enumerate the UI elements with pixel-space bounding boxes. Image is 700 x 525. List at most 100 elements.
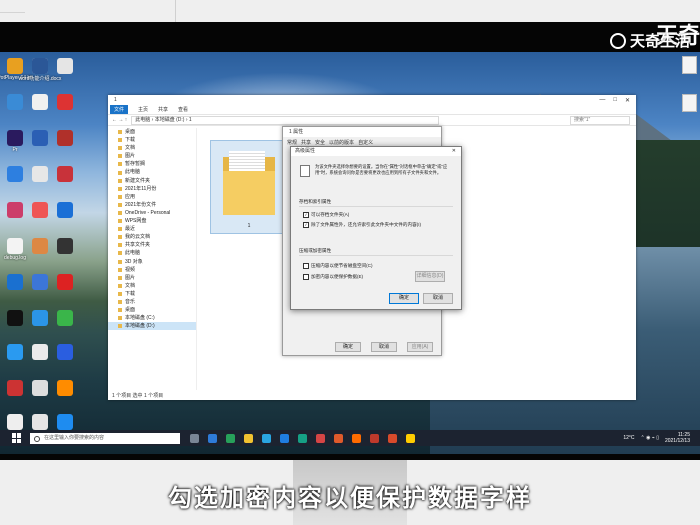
taskbar-app-icon[interactable] xyxy=(388,433,397,443)
nav-item[interactable]: WPS网盘 xyxy=(108,217,196,225)
nav-item[interactable]: 此电脑 xyxy=(108,168,196,176)
tab-share[interactable]: 共享 xyxy=(158,106,168,113)
tab-home[interactable]: 主页 xyxy=(138,106,148,113)
nav-item[interactable]: 2021年份文件 xyxy=(108,201,196,209)
checkbox-index[interactable]: ✓ 除了文件属性外，还允许索引此文件夹中文件的内容(I) xyxy=(303,222,421,228)
nav-item[interactable]: 图片 xyxy=(108,274,196,282)
details-button[interactable]: 详细信息(D) xyxy=(415,271,445,282)
close-button[interactable]: ✕ xyxy=(625,97,630,104)
close-icon[interactable]: ✕ xyxy=(452,147,461,156)
desktop-icon[interactable] xyxy=(52,58,78,75)
nav-item[interactable]: 桌面 xyxy=(108,306,196,314)
nav-item[interactable]: 3D 对象 xyxy=(108,258,196,266)
desktop-icon[interactable]: word功能介绍.docx xyxy=(19,58,61,82)
taskbar-app-icon[interactable] xyxy=(334,433,343,443)
tab-general[interactable]: 常规 xyxy=(287,139,297,146)
tab-security[interactable]: 安全 xyxy=(315,139,325,146)
nav-item[interactable]: 我的云文档 xyxy=(108,233,196,241)
taskbar-app-icon[interactable] xyxy=(370,433,379,443)
desktop-file-icon[interactable] xyxy=(678,94,700,112)
address-bar[interactable]: 此电脑 › 本地磁盘 (D:) › 1 xyxy=(131,115,440,125)
desktop-icon[interactable] xyxy=(27,202,53,219)
nav-item[interactable]: 2021年11月份 xyxy=(108,185,196,193)
search-box[interactable]: 搜索"1" xyxy=(570,115,630,125)
desktop-icon[interactable] xyxy=(27,130,53,147)
nav-item[interactable]: 视频 xyxy=(108,266,196,274)
nav-item[interactable]: 新建文件夹 xyxy=(108,177,196,185)
nav-item[interactable]: 音乐 xyxy=(108,298,196,306)
maximize-button[interactable]: □ xyxy=(613,97,617,104)
nav-item[interactable]: 桌面 xyxy=(108,128,196,136)
desktop-icon[interactable] xyxy=(2,274,28,291)
taskbar-app-icon[interactable] xyxy=(226,433,235,443)
desktop-icon[interactable] xyxy=(27,310,53,327)
taskbar-app-icon[interactable] xyxy=(262,433,271,443)
taskbar-app-icon[interactable] xyxy=(208,433,217,443)
desktop-icon[interactable] xyxy=(27,274,53,291)
nav-item[interactable]: 暂存暂搁 xyxy=(108,160,196,168)
checkbox-archive[interactable]: ✓ 可以存档文件夹(A) xyxy=(303,212,349,218)
taskbar-app-icon[interactable] xyxy=(244,433,253,443)
properties-ok-button[interactable]: 确定 xyxy=(335,342,361,352)
desktop-icon[interactable]: debug.log xyxy=(2,238,28,261)
tab-previous[interactable]: 以前的版本 xyxy=(329,139,354,146)
nav-item[interactable]: 本地磁盘 (D:) xyxy=(108,322,196,331)
nav-item[interactable]: 最近 xyxy=(108,225,196,233)
nav-item[interactable]: 此电脑 xyxy=(108,249,196,257)
minimize-button[interactable]: — xyxy=(599,97,605,104)
checkbox-encrypt[interactable]: 加密内容以便保护数据(E) xyxy=(303,274,363,280)
desktop-icon[interactable] xyxy=(52,380,78,397)
desktop-icon[interactable] xyxy=(52,238,78,255)
tab-file[interactable]: 文件 xyxy=(110,105,129,114)
desktop-icon[interactable] xyxy=(52,414,78,431)
desktop-file-icon[interactable] xyxy=(678,56,700,74)
cancel-button[interactable]: 取消 xyxy=(423,293,453,304)
taskbar-app-icon[interactable] xyxy=(316,433,325,443)
nav-item[interactable]: 共享文件夹 xyxy=(108,241,196,249)
ok-button[interactable]: 确定 xyxy=(389,293,419,304)
nav-item[interactable]: 应用 xyxy=(108,193,196,201)
desktop-icon[interactable] xyxy=(52,166,78,183)
desktop-icon[interactable] xyxy=(27,238,53,255)
tab-sharing[interactable]: 共享 xyxy=(301,139,311,146)
clock[interactable]: 11:25 2021/12/13 xyxy=(665,432,690,444)
tab-view[interactable]: 查看 xyxy=(178,106,188,113)
desktop-icon[interactable] xyxy=(27,94,53,111)
desktop-icon[interactable] xyxy=(2,344,28,361)
desktop-icon[interactable] xyxy=(52,94,78,111)
taskbar-search[interactable]: 在这里输入你要搜索的内容 xyxy=(30,432,180,444)
nav-item[interactable]: 下载 xyxy=(108,290,196,298)
desktop-icon[interactable] xyxy=(27,414,53,431)
desktop-icon[interactable] xyxy=(2,310,28,327)
nav-item[interactable]: 图片 xyxy=(108,152,196,160)
desktop-icon[interactable] xyxy=(52,202,78,219)
taskbar-app-icon[interactable] xyxy=(352,433,361,443)
nav-arrows[interactable]: ← → ↑ xyxy=(112,117,127,123)
nav-item[interactable]: OneDrive - Personal xyxy=(108,209,196,217)
taskbar-app-icon[interactable] xyxy=(406,433,415,443)
taskbar-app-icon[interactable] xyxy=(190,433,199,443)
desktop-icon[interactable] xyxy=(52,274,78,291)
nav-item[interactable]: 本地磁盘 (C:) xyxy=(108,314,196,322)
weather-label[interactable]: 12°C xyxy=(623,435,634,441)
tab-customize[interactable]: 自定义 xyxy=(358,139,373,146)
desktop-icon[interactable] xyxy=(2,414,28,431)
desktop-icon[interactable]: Pr xyxy=(2,130,28,153)
desktop-icon[interactable] xyxy=(2,94,28,111)
desktop-icon[interactable] xyxy=(2,380,28,397)
desktop-icon[interactable] xyxy=(52,130,78,147)
properties-cancel-button[interactable]: 取消 xyxy=(371,342,397,352)
desktop-icon[interactable] xyxy=(27,380,53,397)
taskbar-app-icon[interactable] xyxy=(280,433,289,443)
folder-item[interactable]: 1 xyxy=(210,140,288,234)
checkbox-compress[interactable]: 压缩内容以便节省磁盘空间(C) xyxy=(303,263,373,269)
properties-apply-button[interactable]: 应用(A) xyxy=(407,342,433,352)
desktop-icon[interactable] xyxy=(2,202,28,219)
desktop-icon[interactable] xyxy=(27,166,53,183)
tray-icons[interactable]: ⌃ ◉ ⌁ ▯ xyxy=(640,435,658,441)
taskbar-app-icon[interactable] xyxy=(298,433,307,443)
desktop-icon[interactable] xyxy=(52,344,78,361)
desktop-icon[interactable] xyxy=(2,166,28,183)
desktop-icon[interactable] xyxy=(52,310,78,327)
nav-item[interactable]: 下载 xyxy=(108,136,196,144)
